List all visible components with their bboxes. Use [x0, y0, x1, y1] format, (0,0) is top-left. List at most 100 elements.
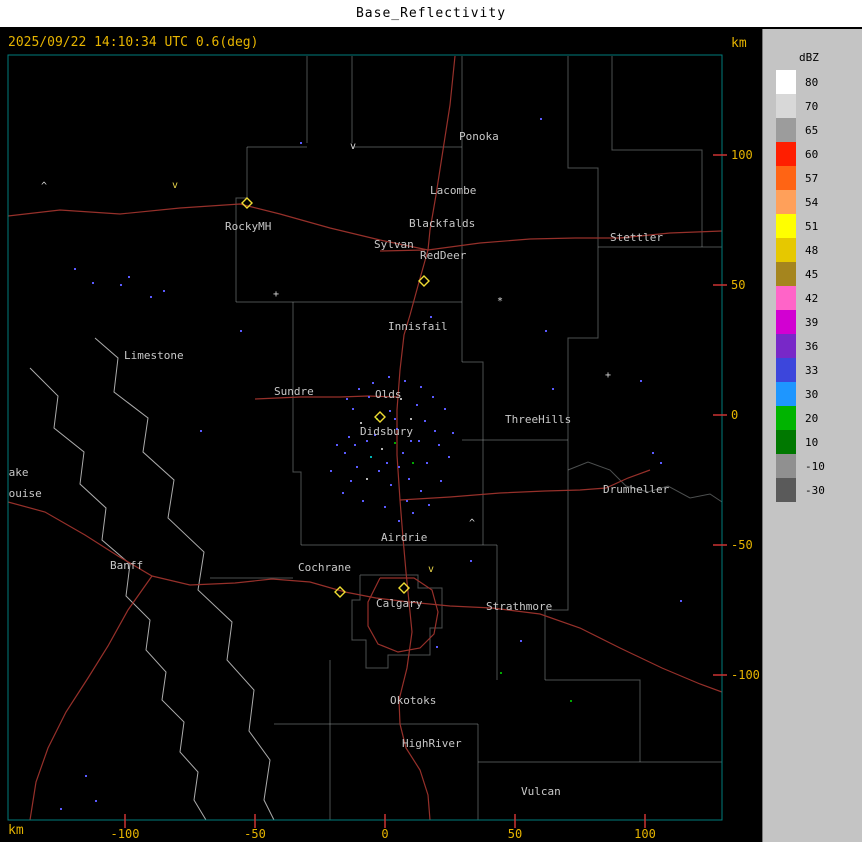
precip-dot — [378, 470, 380, 472]
precip-dot — [448, 456, 450, 458]
precip-dot — [424, 420, 426, 422]
legend-swatch — [776, 190, 796, 214]
precip-dot — [240, 330, 242, 332]
city-label: Innisfail — [388, 320, 448, 333]
precip-dot — [60, 808, 62, 810]
precip-dot — [412, 462, 414, 464]
precip-dot — [368, 396, 370, 398]
city-label: Limestone — [124, 349, 184, 362]
legend-row: 36 — [776, 334, 862, 358]
legend-swatch — [776, 262, 796, 286]
precip-dot — [452, 432, 454, 434]
precip-dot — [660, 462, 662, 464]
precip-dot — [388, 376, 390, 378]
city-label: Okotoks — [390, 694, 436, 707]
precip-dot — [500, 672, 502, 674]
precip-dot — [652, 452, 654, 454]
legend-row: 10 — [776, 430, 862, 454]
legend-value: 60 — [805, 147, 819, 161]
city-label: Blackfalds — [409, 217, 475, 230]
precip-dot — [362, 500, 364, 502]
precip-dot — [372, 382, 374, 384]
legend-swatch — [776, 334, 796, 358]
city-label: Calgary — [376, 597, 423, 610]
legend-value: 54 — [805, 195, 819, 209]
legend-value: 48 — [805, 243, 819, 257]
legend-row: 57 — [776, 166, 862, 190]
legend-row: 30 — [776, 382, 862, 406]
legend-swatch — [776, 406, 796, 430]
city-label: HighRiver — [402, 737, 462, 750]
precip-dot — [398, 466, 400, 468]
city-label: Olds — [375, 388, 402, 401]
legend-swatch — [776, 166, 796, 190]
precip-dot — [370, 456, 372, 458]
boundary-line — [292, 302, 302, 545]
precip-dot — [470, 560, 472, 562]
legend-value: 30 — [805, 387, 819, 401]
timestamp-label: 2025/09/22 14:10:34 UTC 0.6(deg) — [8, 35, 259, 50]
dbz-label: dBZ — [799, 51, 819, 64]
precip-dot — [402, 452, 404, 454]
precip-dot — [410, 418, 412, 420]
precip-dot — [428, 504, 430, 506]
legend-value: 70 — [805, 99, 819, 113]
map-symbol-icon: ^ — [41, 181, 47, 192]
radar-map[interactable]: Ponoka Lacombe Blackfalds Sylvan RedDeer Stet… — [0, 0, 762, 842]
precip-dot — [426, 462, 428, 464]
precip-dot — [74, 268, 76, 270]
precip-dot — [552, 388, 554, 390]
precip-dot — [432, 396, 434, 398]
legend-swatch — [776, 94, 796, 118]
precip-dot — [570, 700, 572, 702]
legend-swatch — [776, 214, 796, 238]
city-label: Strathmore — [486, 600, 552, 613]
precip-dot — [150, 296, 152, 298]
legend-swatch — [776, 238, 796, 262]
legend-row: 70 — [776, 94, 862, 118]
legend-value: -30 — [805, 483, 825, 497]
radar-display[interactable]: Ponoka Lacombe Blackfalds Sylvan RedDeer Stet… — [0, 0, 762, 842]
legend-row: 51 — [776, 214, 862, 238]
radar-application-window: Base_Reflectivity Ponoka Lacombe Blackfa… — [0, 0, 862, 842]
precip-dot — [394, 418, 396, 420]
legend-value: 57 — [805, 171, 819, 185]
precip-dot — [384, 506, 386, 508]
legend-swatch — [776, 382, 796, 406]
boundary-line — [94, 337, 275, 820]
legend-value: 80 — [805, 75, 819, 89]
radar-site-icon — [374, 411, 386, 423]
city-label: Lacombe — [430, 184, 476, 197]
boundary-line — [29, 367, 207, 820]
precip-dot — [438, 444, 440, 446]
city-label: Lake — [2, 466, 29, 479]
city-labels: Ponoka Lacombe Blackfalds Sylvan RedDeer Stet… — [2, 130, 670, 798]
county-boundaries — [29, 56, 722, 820]
legend-value: 33 — [805, 363, 819, 377]
legend-value: 65 — [805, 123, 819, 137]
legend-value: 45 — [805, 267, 819, 281]
road-line — [8, 501, 722, 693]
precip-dot — [92, 282, 94, 284]
boundary-line — [567, 247, 599, 470]
legend-row: 39 — [776, 310, 862, 334]
precip-dot — [200, 430, 202, 432]
map-symbol-icon: v — [428, 564, 434, 575]
precip-dot — [358, 388, 360, 390]
precip-dot — [336, 444, 338, 446]
city-label: Sundre — [274, 385, 314, 398]
road-line — [29, 575, 153, 820]
precip-dot — [389, 410, 391, 412]
precip-dot — [366, 440, 368, 442]
precip-dot — [680, 600, 682, 602]
legend-swatch — [776, 478, 796, 502]
map-symbol-icon: + — [273, 289, 279, 300]
city-label: Stettler — [610, 231, 663, 244]
legend-value: -10 — [805, 459, 825, 473]
axis-tick-label: 50 — [508, 827, 522, 841]
axis-tick-label: 100 — [731, 148, 753, 162]
precip-dot — [404, 380, 406, 382]
legend-value: 20 — [805, 411, 819, 425]
precip-dot — [360, 422, 362, 424]
legend-row: 48 — [776, 238, 862, 262]
